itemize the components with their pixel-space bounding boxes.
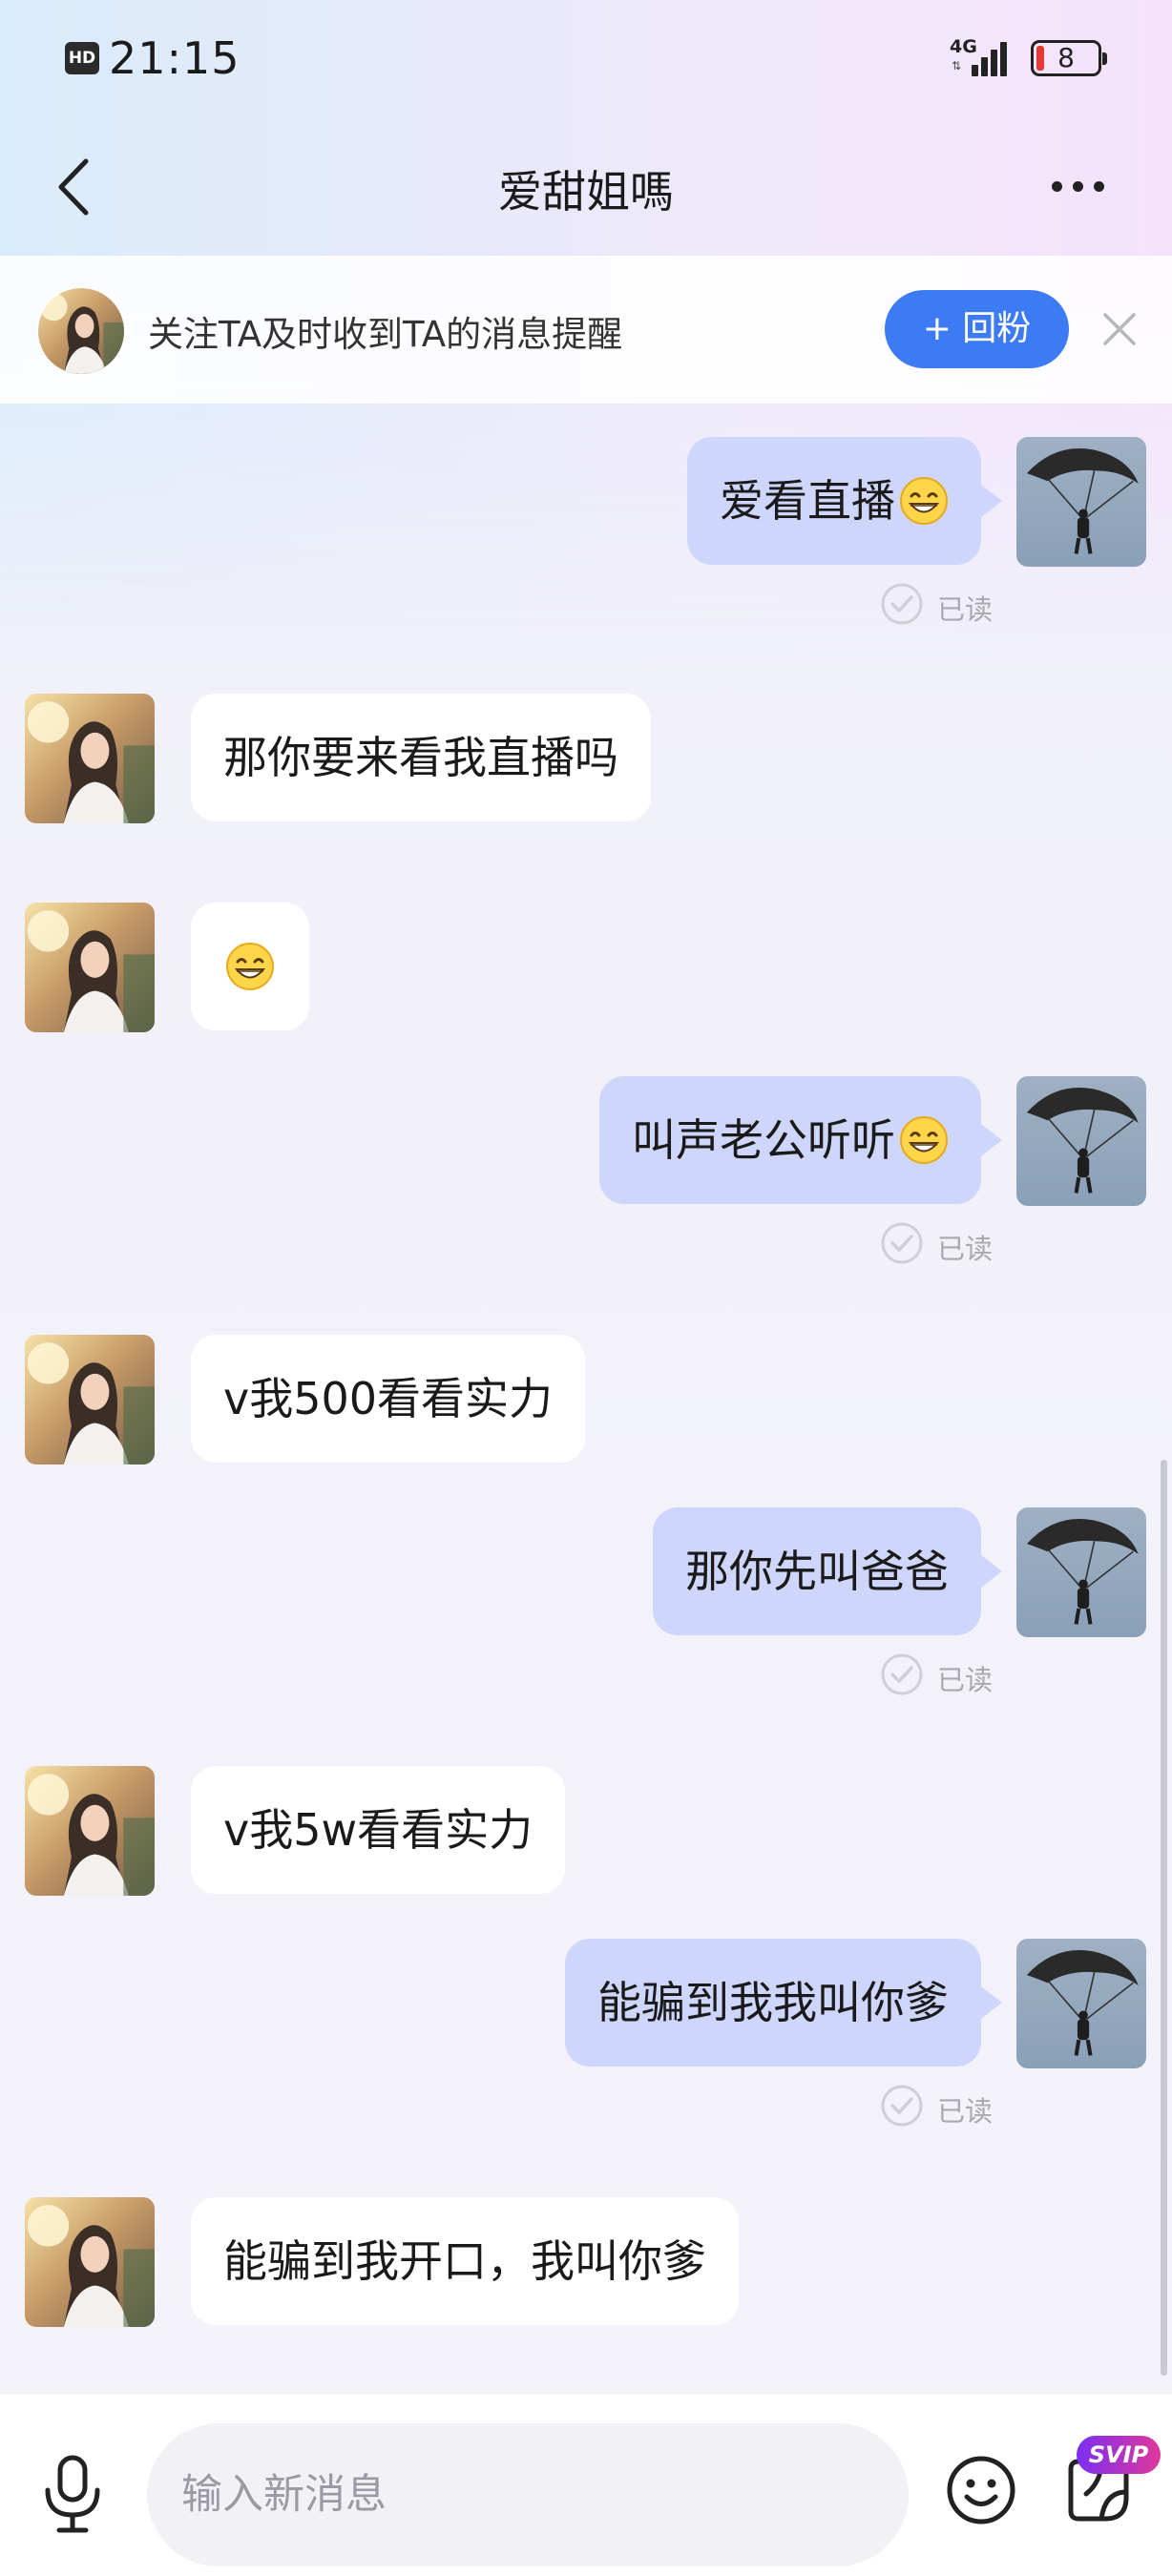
check-circle-icon	[881, 1653, 923, 1695]
message-text: 爱看直播	[720, 475, 895, 527]
message-text: 能骗到我开口，我叫你爹	[223, 2235, 706, 2287]
grinning-emoji-icon	[899, 1115, 949, 1164]
chat-header: 爱甜姐嗎	[0, 119, 1172, 253]
read-receipt: 已读	[880, 1652, 1004, 1698]
contact-avatar[interactable]	[36, 286, 126, 376]
hd-badge: HD	[65, 42, 99, 74]
contact-avatar[interactable]	[25, 1766, 155, 1896]
incoming-message-bubble[interactable]: 能骗到我开口，我叫你爹	[191, 2197, 739, 2325]
status-time: 21:15	[109, 32, 241, 84]
read-receipt: 已读	[880, 582, 1004, 628]
message-text: 能骗到我我叫你爹	[597, 1977, 949, 2028]
my-avatar[interactable]	[1016, 437, 1146, 567]
incoming-message-bubble[interactable]: v我5w看看实力	[191, 1766, 566, 1894]
battery-level: 8	[1057, 42, 1075, 73]
outgoing-message-bubble[interactable]: 叫声老公听听	[599, 1076, 1002, 1204]
emoji-face-icon	[947, 2456, 1015, 2524]
grinning-emoji-icon	[899, 476, 949, 525]
read-status: 已读	[937, 2095, 994, 2128]
chat-screen: HD 21:15 4G ⇅ 8 爱甜姐嗎 关注TA及时收到TA的消息提醒 + 回…	[0, 0, 1172, 2576]
status-bar: HD 21:15 4G ⇅ 8	[0, 0, 1172, 119]
read-status: 已读	[937, 1233, 994, 1265]
incoming-message-bubble[interactable]: v我500看看实力	[191, 1335, 586, 1463]
microphone-icon	[45, 2455, 100, 2533]
chat-title: 爱甜姐嗎	[498, 166, 674, 218]
follow-banner: 关注TA及时收到TA的消息提醒 + 回粉	[0, 256, 1172, 404]
my-avatar[interactable]	[1016, 1939, 1146, 2068]
input-bar	[0, 2395, 1172, 2576]
message-text: 那你要来看我直播吗	[223, 732, 618, 783]
message-text: 那你先叫爸爸	[685, 1546, 949, 1597]
follow-back-button[interactable]: + 回粉	[885, 290, 1069, 368]
more-button[interactable]	[1040, 162, 1117, 210]
svip-badge: SVIP	[1077, 2436, 1161, 2474]
message-text: 叫声老公听听	[632, 1114, 895, 1166]
grinning-emoji-icon	[225, 942, 275, 990]
outgoing-message-bubble[interactable]: 能骗到我我叫你爹	[565, 1939, 1002, 2067]
contact-avatar[interactable]	[25, 1335, 155, 1465]
more-dots-icon	[1052, 181, 1062, 192]
close-icon	[1103, 313, 1136, 345]
emoji-button[interactable]	[945, 2454, 1017, 2526]
outgoing-message-bubble[interactable]: 那你先叫爸爸	[653, 1507, 1002, 1635]
read-receipt: 已读	[880, 1221, 1004, 1267]
incoming-message-bubble[interactable]: 那你要来看我直播吗	[191, 694, 651, 821]
check-circle-icon	[881, 2085, 923, 2127]
read-status: 已读	[937, 1664, 994, 1696]
chat-scrollbar[interactable]	[1161, 1460, 1167, 2376]
my-avatar[interactable]	[1016, 1076, 1146, 1206]
message-input[interactable]	[147, 2423, 909, 2566]
message-text: v我500看看实力	[223, 1373, 554, 1424]
contact-avatar[interactable]	[25, 903, 155, 1032]
close-banner-button[interactable]	[1099, 309, 1140, 349]
voice-button[interactable]	[38, 2454, 107, 2536]
read-status: 已读	[937, 593, 994, 626]
check-circle-icon	[881, 583, 923, 625]
follow-prompt-text: 关注TA及时收到TA的消息提醒	[148, 314, 623, 355]
contact-avatar[interactable]	[25, 694, 155, 823]
incoming-message-bubble[interactable]	[191, 903, 309, 1030]
my-avatar[interactable]	[1016, 1507, 1146, 1637]
data-arrows-icon: ⇅	[952, 59, 962, 73]
signal-icon	[972, 38, 1017, 76]
contact-avatar[interactable]	[25, 2197, 155, 2327]
check-circle-icon	[881, 1222, 923, 1264]
outgoing-message-bubble[interactable]: 爱看直播	[687, 437, 1002, 565]
battery-icon: 8	[1031, 40, 1107, 76]
read-receipt: 已读	[880, 2084, 1004, 2129]
message-text: v我5w看看实力	[223, 1804, 534, 1856]
